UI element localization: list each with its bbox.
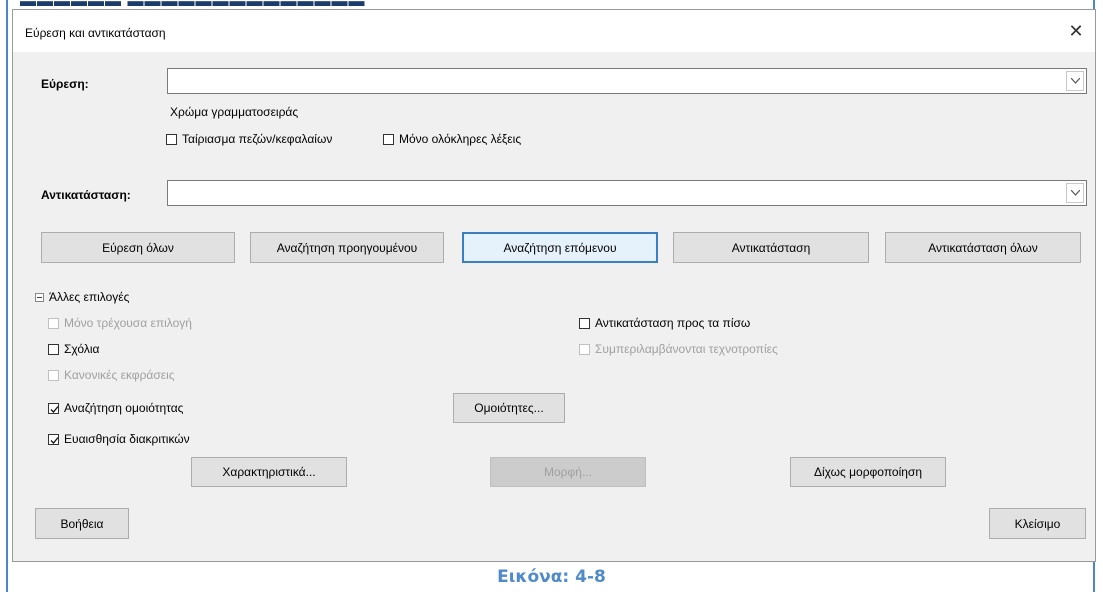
check-icon: [50, 405, 59, 413]
similarity-search-checkbox[interactable]: Αναζήτηση ομοιότητας: [48, 401, 183, 415]
close-icon[interactable]: ✕: [1063, 18, 1089, 44]
find-dropdown-button[interactable]: [1066, 71, 1084, 91]
check-icon: [50, 436, 59, 444]
include-styles-checkbox[interactable]: Συμπεριλαμβάνονται τεχνοτροπίες: [579, 342, 778, 356]
chevron-down-icon: [1071, 78, 1080, 84]
find-all-button[interactable]: Εύρεση όλων: [41, 232, 235, 263]
similarity-search-label: Αναζήτηση ομοιότητας: [64, 401, 184, 415]
checkbox-box[interactable]: [579, 343, 590, 355]
collapse-icon[interactable]: [35, 292, 44, 302]
checkbox-box[interactable]: [383, 133, 394, 145]
checkbox-box[interactable]: [166, 133, 177, 145]
chevron-down-icon: [1071, 190, 1080, 196]
page-frame-left: [6, 0, 8, 592]
find-replace-dialog: Εύρεση και αντικατάσταση ✕ Εύρεση: Χρώμα…: [12, 9, 1096, 562]
comments-checkbox[interactable]: Σχόλια: [48, 342, 99, 356]
find-attributes-note: Χρώμα γραμματοσειράς: [170, 105, 299, 119]
document-heading-fragment: ▬▬▬▬▬▬ ▬▬▬▬▬▬▬▬▬▬▬▬▬▬: [20, 0, 366, 9]
checkbox-box[interactable]: [48, 317, 59, 329]
close-button[interactable]: Κλείσιμο: [989, 508, 1086, 539]
whole-words-label: Μόνο ολόκληρες λέξεις: [399, 132, 522, 146]
checkbox-box-checked[interactable]: [48, 402, 59, 414]
current-selection-only-label: Μόνο τρέχουσα επιλογή: [64, 316, 192, 330]
figure-caption: Εικόνα: 4-8: [497, 567, 606, 587]
replace-dropdown-button[interactable]: [1066, 183, 1084, 203]
whole-words-checkbox[interactable]: Μόνο ολόκληρες λέξεις: [383, 132, 521, 146]
attributes-button[interactable]: Χαρακτηριστικά...: [191, 457, 347, 487]
match-case-label: Ταίριασμα πεζών/κεφαλαίων: [182, 132, 333, 146]
replace-label: Αντικατάσταση:: [41, 188, 131, 202]
replace-combobox[interactable]: [167, 180, 1087, 206]
replace-backwards-checkbox[interactable]: Αντικατάσταση προς τα πίσω: [579, 316, 750, 330]
format-button: Μορφή...: [490, 457, 646, 487]
checkbox-box[interactable]: [579, 317, 590, 329]
current-selection-only-checkbox[interactable]: Μόνο τρέχουσα επιλογή: [48, 316, 192, 330]
find-label: Εύρεση:: [41, 77, 89, 91]
similarities-button[interactable]: Ομοιότητες...: [453, 393, 565, 423]
other-options-header: Άλλες επιλογές: [49, 290, 130, 304]
match-case-checkbox[interactable]: Ταίριασμα πεζών/κεφαλαίων: [166, 132, 332, 146]
checkbox-box[interactable]: [48, 369, 59, 381]
dialog-titlebar: Εύρεση και αντικατάσταση ✕: [13, 10, 1095, 52]
find-combobox[interactable]: [167, 68, 1087, 94]
find-next-button[interactable]: Αναζήτηση επόμενου: [462, 232, 658, 263]
diacritics-sensitive-label: Ευαισθησία διακριτικών: [64, 432, 190, 446]
include-styles-label: Συμπεριλαμβάνονται τεχνοτροπίες: [595, 342, 778, 356]
dialog-title: Εύρεση και αντικατάσταση: [25, 26, 166, 40]
regular-expressions-checkbox[interactable]: Κανονικές εκφράσεις: [48, 368, 175, 382]
help-button[interactable]: Βοήθεια: [35, 508, 129, 539]
checkbox-box[interactable]: [48, 343, 59, 355]
comments-label: Σχόλια: [64, 342, 100, 356]
no-format-button[interactable]: Δίχως μορφοποίηση: [790, 457, 946, 487]
other-options-expander[interactable]: Άλλες επιλογές: [35, 290, 129, 304]
checkbox-box-checked[interactable]: [48, 433, 59, 445]
regular-expressions-label: Κανονικές εκφράσεις: [64, 368, 175, 382]
replace-button[interactable]: Αντικατάσταση: [673, 232, 869, 263]
diacritics-sensitive-checkbox[interactable]: Ευαισθησία διακριτικών: [48, 432, 190, 446]
find-previous-button[interactable]: Αναζήτηση προηγουμένου: [250, 232, 444, 263]
replace-backwards-label: Αντικατάσταση προς τα πίσω: [595, 316, 751, 330]
replace-all-button[interactable]: Αντικατάσταση όλων: [885, 232, 1081, 263]
